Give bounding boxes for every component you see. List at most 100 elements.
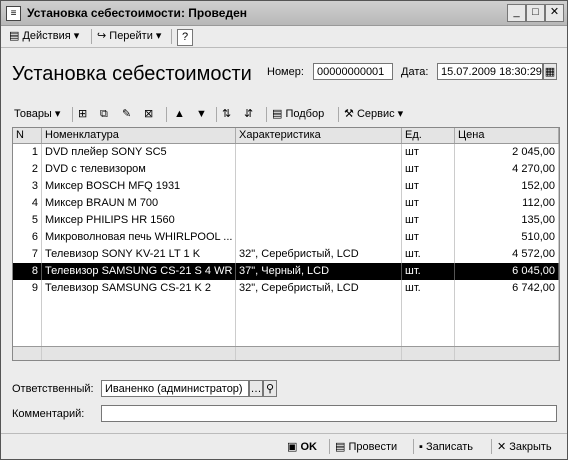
row-unit: шт — [402, 229, 455, 246]
row-char — [236, 297, 402, 314]
select-icon: ▤ — [272, 108, 283, 120]
goto-menu[interactable]: ↪ Перейти ▾ — [97, 29, 161, 44]
row-name: Миксер PHILIPS HR 1560 — [42, 212, 236, 229]
row-unit: шт — [402, 212, 455, 229]
post-icon: ▤ — [335, 441, 346, 453]
row-number: 2 — [13, 161, 42, 178]
row-number: 6 — [13, 229, 42, 246]
table-row[interactable]: 6 Микроволновая печь WHIRLPOOL ... шт 510,0… — [13, 229, 559, 246]
copy-row-icon[interactable]: ⧉ — [100, 107, 108, 122]
row-number: 7 — [13, 246, 42, 263]
title-bar: ≡ Установка себестоимости: Проведен _ □ … — [1, 1, 567, 26]
row-char: 32", Серебристый, LCD — [236, 246, 402, 263]
table-row[interactable] — [13, 314, 559, 331]
select-button[interactable]: ▤ Подбор — [272, 107, 324, 122]
save-close-icon: ▣ — [287, 441, 298, 453]
save-icon: ▪ — [419, 441, 423, 453]
maximize-button[interactable]: □ — [526, 4, 545, 22]
separator — [329, 439, 330, 454]
goto-label: Перейти — [109, 30, 153, 42]
number-label: Номер: — [267, 66, 304, 78]
close-label: Закрыть — [509, 441, 552, 453]
close-window-button[interactable]: ✕ — [545, 4, 564, 22]
col-price[interactable]: Цена — [455, 128, 559, 143]
col-unit[interactable]: Ед. — [402, 128, 455, 143]
goods-table: N Номенклатура Характеристика Ед. Цена 1… — [12, 127, 560, 361]
table-row[interactable]: 2 DVD с телевизором шт 4 270,00 — [13, 161, 559, 178]
responsible-field[interactable]: Иваненко (администратор) — [101, 380, 249, 397]
window-title: Установка себестоимости: Проведен — [27, 6, 247, 20]
service-menu[interactable]: ⚒ Сервис ▾ — [344, 107, 403, 122]
separator — [216, 107, 217, 122]
edit-row-icon[interactable]: ✎ — [122, 107, 131, 122]
row-unit — [402, 297, 455, 314]
col-n[interactable]: N — [13, 128, 42, 143]
move-up-icon[interactable]: ▲ — [174, 107, 185, 122]
table-row[interactable]: 8 Телевизор SAMSUNG CS-21 S 4 WR 37", Черн… — [13, 263, 559, 280]
sort-asc-icon[interactable]: ⇅ — [222, 107, 231, 122]
separator — [266, 107, 267, 122]
row-unit: шт — [402, 144, 455, 161]
footer-cell — [402, 347, 455, 360]
row-number: 5 — [13, 212, 42, 229]
choose-button[interactable]: … — [249, 380, 263, 397]
table-header: N Номенклатура Характеристика Ед. Цена — [13, 128, 559, 144]
row-price: 510,00 — [455, 229, 559, 246]
move-down-icon[interactable]: ▼ — [196, 107, 207, 122]
row-name: Миксер BOSCH MFQ 1931 — [42, 178, 236, 195]
actions-label: Действия — [22, 30, 71, 42]
save-button[interactable]: ▪ Записать — [419, 438, 473, 456]
row-price: 112,00 — [455, 195, 559, 212]
row-unit: шт. — [402, 246, 455, 263]
row-char: 37", Черный, LCD — [236, 263, 402, 280]
row-number: 1 — [13, 144, 42, 161]
row-unit: шт — [402, 178, 455, 195]
table-row[interactable]: 3 Миксер BOSCH MFQ 1931 шт 152,00 — [13, 178, 559, 195]
row-number — [13, 314, 42, 331]
footer-bar: ▣ OK ▤ Провести ▪ Записать ✕ Закрыть — [1, 433, 567, 460]
row-price — [455, 297, 559, 314]
table-row[interactable]: 1 DVD плейер SONY SC5 шт 2 045,00 — [13, 144, 559, 161]
ok-label: OK — [300, 441, 317, 453]
row-price: 152,00 — [455, 178, 559, 195]
row-char — [236, 161, 402, 178]
table-row[interactable] — [13, 297, 559, 314]
help-button[interactable]: ? — [177, 29, 193, 46]
service-label: Сервис — [356, 108, 395, 120]
row-price: 4 572,00 — [455, 246, 559, 263]
number-field[interactable]: 00000000001 — [313, 63, 393, 80]
table-toolbar: Товары ▾ ⊞ ⧉ ✎ ⊠ ▲ ▼ ⇅ ⇵ ▤ Подбор ⚒ Серв… — [10, 104, 550, 124]
page-title: Установка себестоимости — [12, 63, 252, 85]
table-row[interactable]: 7 Телевизор SONY KV-21 LT 1 K 32", Серебри… — [13, 246, 559, 263]
row-unit: шт. — [402, 263, 455, 280]
footer-cell — [13, 347, 42, 360]
post-button[interactable]: ▤ Провести — [335, 438, 397, 456]
add-row-icon[interactable]: ⊞ — [78, 107, 87, 122]
tools-icon: ⚒ — [344, 108, 354, 120]
delete-row-icon[interactable]: ⊠ — [144, 107, 153, 122]
table-row[interactable]: 4 Миксер BRAUN M 700 шт 112,00 — [13, 195, 559, 212]
table-row[interactable]: 9 Телевизор SAMSUNG CS-21 K 2 32", Серебри… — [13, 280, 559, 297]
minimize-button[interactable]: _ — [507, 4, 526, 22]
goods-menu[interactable]: Товары ▾ — [14, 107, 60, 122]
col-char[interactable]: Характеристика — [236, 128, 402, 143]
comment-label: Комментарий: — [12, 408, 85, 420]
row-price: 4 270,00 — [455, 161, 559, 178]
comment-field[interactable] — [101, 405, 557, 422]
separator — [491, 439, 492, 454]
ok-button[interactable]: ▣ OK — [287, 438, 317, 456]
search-icon[interactable]: ⚲ — [263, 380, 277, 397]
row-name: Телевизор SAMSUNG CS-21 K 2 — [42, 280, 236, 297]
row-char — [236, 212, 402, 229]
row-number: 9 — [13, 280, 42, 297]
date-field[interactable]: 15.07.2009 18:30:29 — [437, 63, 543, 80]
table-row[interactable]: 5 Миксер PHILIPS HR 1560 шт 135,00 — [13, 212, 559, 229]
col-name[interactable]: Номенклатура — [42, 128, 236, 143]
row-name — [42, 314, 236, 331]
row-unit — [402, 314, 455, 331]
footer-cell — [455, 347, 559, 360]
sort-desc-icon[interactable]: ⇵ — [244, 107, 253, 122]
close-button[interactable]: ✕ Закрыть — [497, 438, 552, 456]
actions-menu[interactable]: ▤ Действия ▾ — [9, 29, 79, 44]
calendar-icon[interactable]: ▦ — [543, 63, 557, 80]
